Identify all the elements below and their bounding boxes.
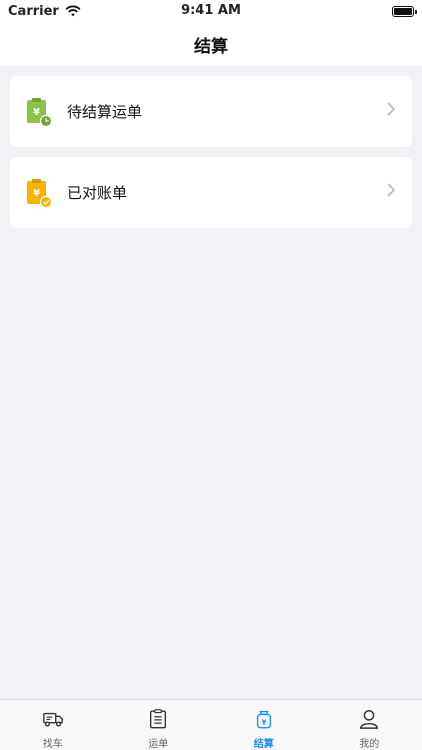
tab-label: 我的	[359, 739, 380, 750]
tab-settlement[interactable]: ¥ 结算	[211, 700, 317, 750]
tab-label: 运单	[148, 739, 169, 750]
battery-icon	[392, 5, 417, 17]
tab-bar: 找车 运单 ¥ 结算 我的	[0, 699, 422, 750]
tab-waybills[interactable]: 运单	[106, 700, 212, 750]
svg-text:¥: ¥	[261, 718, 267, 727]
yen-bag-icon: ¥	[256, 711, 271, 729]
reconciled-bill-icon: ¥	[26, 178, 53, 208]
truck-icon	[42, 712, 63, 727]
tab-label: 找车	[42, 739, 63, 750]
person-icon	[360, 710, 379, 729]
clipboard-list-icon	[150, 709, 167, 729]
list-item-label: 已对账单	[67, 184, 128, 202]
chevron-right-icon	[386, 101, 396, 122]
list-item-reconciled-bills[interactable]: ¥ 已对账单	[10, 157, 412, 228]
tab-find-vehicle[interactable]: 找车	[0, 700, 106, 750]
svg-text:¥: ¥	[33, 107, 40, 118]
list-item-pending-bills[interactable]: ¥ 待结算运单	[10, 76, 412, 147]
tab-label: 结算	[253, 739, 274, 750]
tab-profile[interactable]: 我的	[317, 700, 422, 750]
settlement-list: ¥ 待结算运单 ¥ 已对账单	[0, 66, 422, 699]
status-bar: Carrier 9:41 AM	[0, 0, 422, 22]
svg-text:¥: ¥	[33, 188, 40, 199]
pending-bill-icon: ¥	[26, 97, 53, 127]
status-time: 9:41 AM	[181, 3, 241, 18]
nav-bar: 结算	[0, 22, 422, 66]
chevron-right-icon	[386, 182, 396, 203]
list-item-label: 待结算运单	[67, 103, 143, 121]
page-title: 结算	[194, 36, 228, 57]
